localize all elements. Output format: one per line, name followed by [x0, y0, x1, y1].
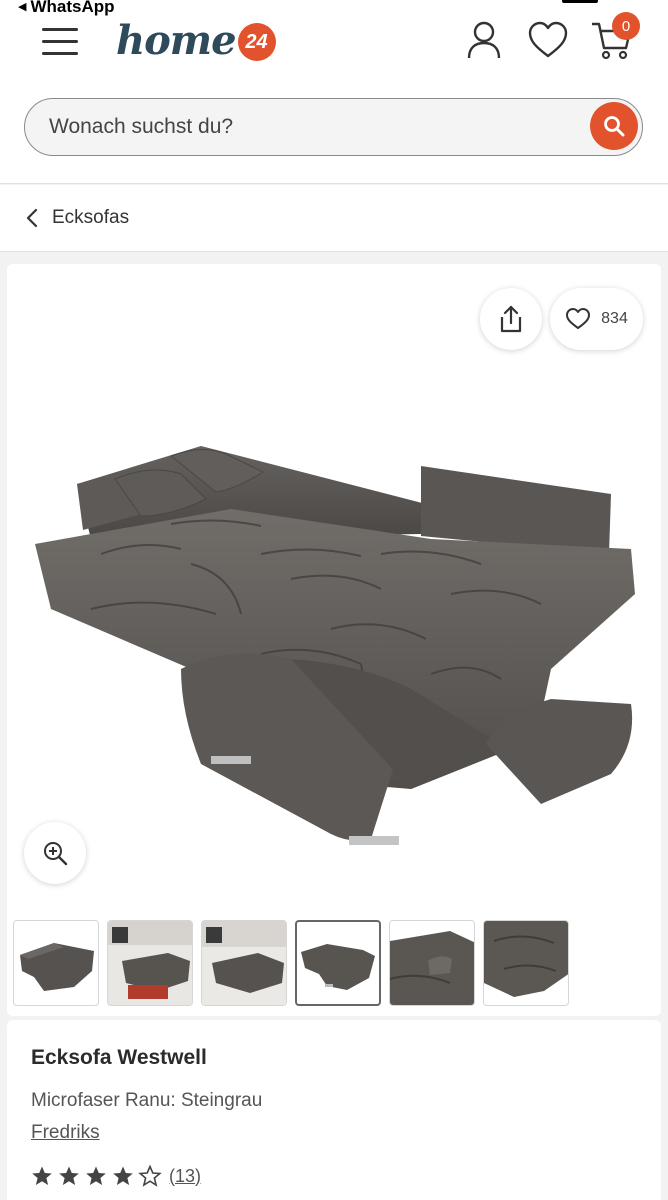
back-to-app-link[interactable]: ◀ WhatsApp [18, 0, 115, 17]
breadcrumb[interactable]: Ecksofas [0, 185, 668, 252]
product-gallery: 834 [7, 264, 661, 1016]
thumbnail-strip [13, 920, 569, 1006]
thumbnail[interactable] [201, 920, 287, 1006]
user-icon [467, 21, 501, 59]
thumbnail-active[interactable] [295, 920, 381, 1006]
favorite-count: 834 [601, 310, 628, 327]
site-header: home 24 0 [0, 12, 668, 184]
rating-stars-icon [32, 1165, 161, 1186]
search-input[interactable] [49, 99, 569, 154]
status-indicator [562, 0, 598, 3]
thumbnail[interactable] [483, 920, 569, 1006]
chevron-left-icon [26, 208, 38, 228]
heart-icon [566, 308, 591, 329]
thumbnail[interactable] [107, 920, 193, 1006]
rating[interactable]: (13) [31, 1164, 201, 1188]
logo-text: home [116, 16, 237, 64]
wishlist-button[interactable] [526, 18, 570, 62]
thumbnail[interactable] [13, 920, 99, 1006]
menu-button[interactable] [40, 22, 82, 60]
heart-icon [528, 21, 568, 58]
thumbnail[interactable] [389, 920, 475, 1006]
logo-badge: 24 [237, 23, 276, 61]
brand-link[interactable]: Fredriks [31, 1122, 100, 1144]
product-image[interactable] [31, 444, 643, 864]
zoom-in-icon [44, 842, 68, 866]
status-bar: ◀ WhatsApp [0, 0, 668, 18]
product-info: Ecksofa Westwell Microfaser Ranu: Steing… [7, 1020, 661, 1200]
product-title: Ecksofa Westwell [31, 1046, 207, 1069]
logo[interactable]: home 24 [116, 16, 276, 64]
share-icon [500, 305, 522, 333]
search-bar [24, 98, 643, 156]
search-icon [604, 116, 625, 137]
rating-count: (13) [169, 1165, 202, 1186]
cart-count-badge: 0 [612, 12, 640, 40]
search-button[interactable] [590, 102, 638, 150]
back-app-label: WhatsApp [30, 0, 115, 16]
user-button[interactable] [462, 18, 506, 62]
breadcrumb-label: Ecksofas [52, 207, 130, 228]
back-triangle-icon: ◀ [18, 1, 27, 13]
share-button[interactable] [480, 288, 542, 350]
zoom-button[interactable] [24, 822, 86, 884]
favorite-button[interactable]: 834 [550, 288, 643, 350]
product-variant: Microfaser Ranu: Steingrau [31, 1090, 263, 1111]
